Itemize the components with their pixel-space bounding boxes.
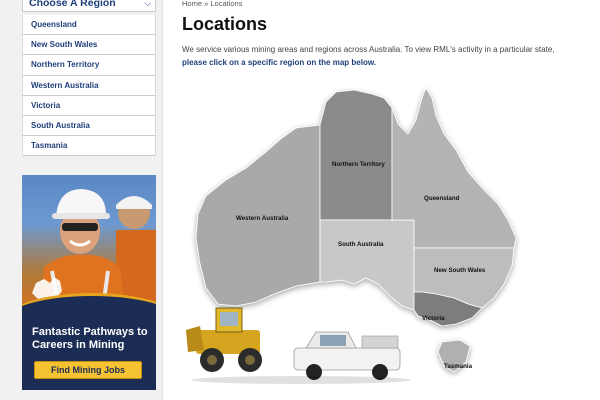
breadcrumb: Home » Locations <box>182 0 242 8</box>
intro-text: We service various mining areas and regi… <box>182 43 577 69</box>
region-item-tasmania[interactable]: Tasmania <box>23 136 155 157</box>
sidebar: Choose A Region ⌵ Queensland New South W… <box>0 0 163 400</box>
map-label-new-south-wales: New South Wales <box>434 267 486 274</box>
map-region-south-australia[interactable] <box>319 219 415 311</box>
map-label-western-australia: Western Australia <box>236 215 289 222</box>
breadcrumb-home-link[interactable]: Home <box>182 0 202 8</box>
australia-map: Northern Territory Queensland Western Au… <box>186 87 517 384</box>
region-dropdown-label: Choose A Region <box>29 0 116 9</box>
page-title: Locations <box>182 14 268 34</box>
careers-banner[interactable]: Fantastic Pathways to Careers in Mining … <box>22 175 156 390</box>
map-region-northern-territory[interactable] <box>319 89 393 221</box>
banner-headline: Fantastic Pathways to Careers in Mining <box>32 326 148 351</box>
region-item-western-australia[interactable]: Western Australia <box>23 76 155 96</box>
region-item-victoria[interactable]: Victoria <box>23 96 155 116</box>
breadcrumb-current: Locations <box>210 0 243 8</box>
intro-body: We service various mining areas and regi… <box>182 45 555 54</box>
intro-instruction: please click on a specific region on the… <box>182 58 376 67</box>
chevron-down-icon: ⌵ <box>144 0 151 8</box>
map-label-south-australia: South Australia <box>338 241 384 248</box>
mining-vehicles-illustration <box>186 307 411 384</box>
map-label-queensland: Queensland <box>424 195 460 202</box>
region-item-northern-territory[interactable]: Northern Territory <box>23 55 155 76</box>
map-label-victoria: Victoria <box>422 315 445 322</box>
map-label-northern-territory: Northern Territory <box>332 161 385 168</box>
region-item-queensland[interactable]: Queensland <box>23 15 155 36</box>
find-mining-jobs-button[interactable]: Find Mining Jobs <box>34 361 142 379</box>
breadcrumb-separator: » <box>204 0 209 8</box>
region-item-south-australia[interactable]: South Australia <box>23 116 155 137</box>
map-label-tasmania: Tasmania <box>444 363 473 370</box>
region-list: Queensland New South Wales Northern Terr… <box>22 15 156 157</box>
region-item-new-south-wales[interactable]: New South Wales <box>23 35 155 56</box>
region-dropdown[interactable]: Choose A Region ⌵ <box>22 0 156 12</box>
